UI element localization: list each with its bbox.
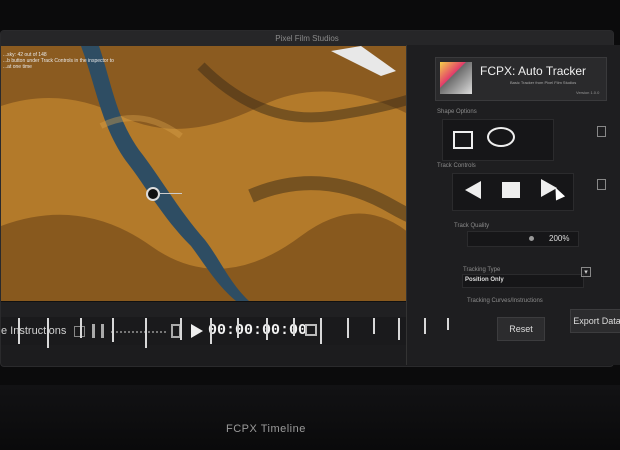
- ruler-tick: [347, 318, 349, 338]
- plugin-subtitle: Basic Tracker from Pixel Film Studios: [510, 80, 577, 85]
- track-stop-button[interactable]: [502, 182, 520, 198]
- keyframe-icon[interactable]: [597, 126, 606, 137]
- ruler-tick: [112, 318, 114, 342]
- track-controls-label: Track Controls: [437, 163, 476, 169]
- keyframe-icon[interactable]: [597, 179, 606, 190]
- app-window: Pixel Film Studios ...sky: 42 out of 148…: [0, 30, 620, 367]
- ruler-tick: [80, 318, 82, 338]
- plugin-banner: FCPX: Auto Tracker Basic Tracker from Pi…: [435, 57, 607, 101]
- ruler-tick: [320, 318, 322, 344]
- track-point-marker[interactable]: [146, 187, 160, 201]
- dropdown-arrow-icon[interactable]: ▾: [581, 267, 591, 277]
- aerial-footage: [1, 46, 446, 301]
- plugin-version: Version 1.0.0: [576, 90, 600, 95]
- viewer-footer: [1, 301, 446, 318]
- timeline-ruler[interactable]: [0, 318, 455, 358]
- ruler-tick: [447, 318, 449, 330]
- ruler-tick: [266, 318, 268, 340]
- tracking-curves-label: Tracking Curves/Instructions: [467, 298, 543, 304]
- timeline-label: FCPX Timeline: [226, 423, 306, 435]
- plugin-inspector: FCPX: Auto Tracker Basic Tracker from Pi…: [406, 45, 620, 365]
- reset-button[interactable]: Reset: [497, 317, 545, 341]
- ruler-tick: [237, 318, 239, 338]
- ruler-tick: [47, 318, 49, 348]
- track-quality-label: Track Quality: [454, 223, 490, 229]
- track-backward-button[interactable]: [465, 181, 481, 199]
- tracking-type-label: Tracking Type: [463, 267, 501, 273]
- ruler-tick: [424, 318, 426, 334]
- overlay-line: ...at one time: [3, 64, 32, 70]
- track-quality-value: 200%: [549, 234, 570, 243]
- ruler-tick: [145, 318, 147, 348]
- plugin-title: FCPX: Auto Tracker: [480, 64, 587, 78]
- track-point-handle[interactable]: [160, 193, 182, 194]
- shape-options-label: Shape Options: [437, 109, 477, 115]
- slider-knob[interactable]: [529, 236, 534, 241]
- circle-shape-button[interactable]: [487, 127, 515, 147]
- video-viewer[interactable]: ...sky: 42 out of 148 ...b button under …: [1, 46, 446, 301]
- ruler-tick: [293, 318, 295, 336]
- ruler-tick: [398, 318, 400, 340]
- ruler-tick: [373, 318, 375, 334]
- export-data-button[interactable]: Export Data: [570, 309, 620, 333]
- ruler-tick: [180, 318, 182, 340]
- tracking-type-value: Position Only: [465, 277, 504, 283]
- ruler-tick: [18, 318, 20, 344]
- instruction-overlay: ...sky: 42 out of 148 ...b button under …: [3, 52, 153, 70]
- timeline-strip[interactable]: [0, 385, 620, 450]
- square-shape-button[interactable]: [453, 131, 473, 149]
- ruler-tick: [210, 318, 212, 344]
- plugin-logo: [440, 62, 472, 94]
